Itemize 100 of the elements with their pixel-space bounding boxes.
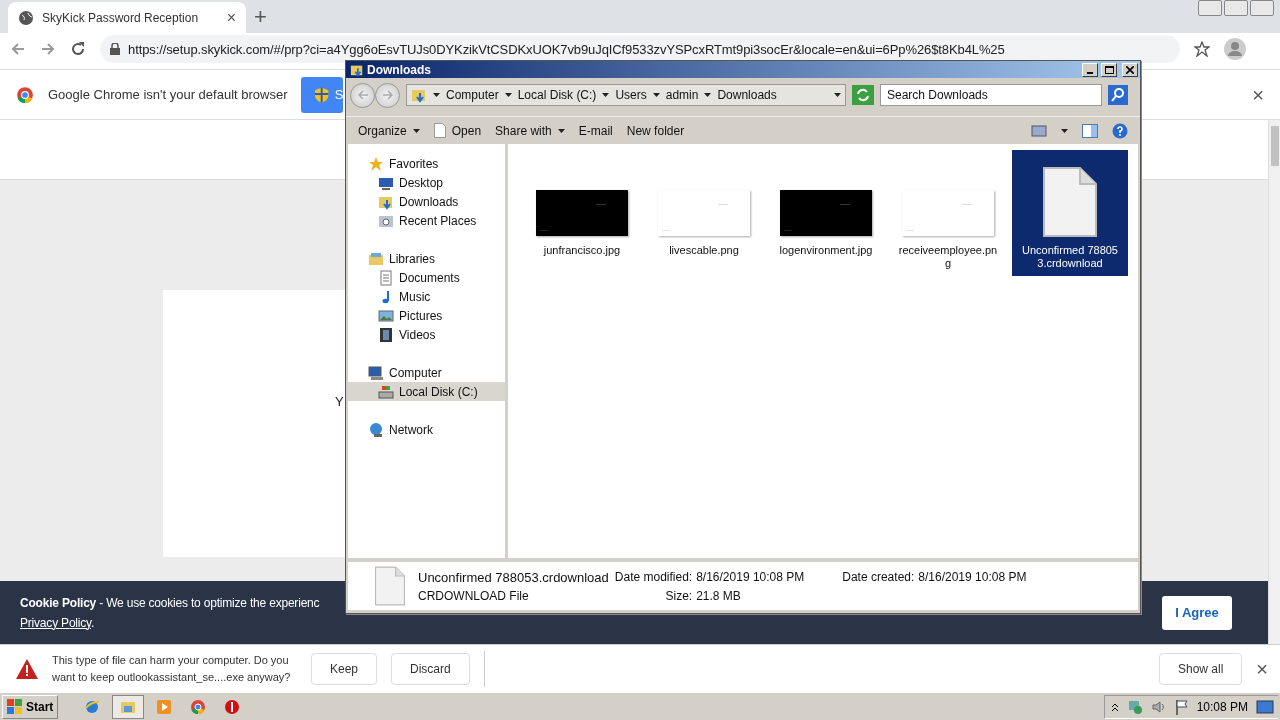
chevron-up-icon[interactable]: [1110, 701, 1119, 712]
search-icon[interactable]: [1108, 85, 1128, 105]
breadcrumb-item[interactable]: Downloads: [717, 88, 777, 102]
caret-icon: [433, 93, 440, 97]
back-button[interactable]: [350, 82, 375, 108]
detail-label: Date modified:: [614, 570, 693, 584]
clock: 10:08 PM: [1196, 699, 1248, 714]
cookie-text: Cookie Policy - We use cookies to optimize the experienc Privacy Policy.: [20, 594, 320, 632]
file-item[interactable]: logenvironment.jpg: [768, 150, 884, 276]
infobar-message: Google Chrome isn't your default browser: [48, 87, 288, 102]
toolbar-button[interactable]: Organize: [358, 123, 420, 138]
breadcrumb-item[interactable]: Local Disk (C:): [517, 88, 597, 102]
refresh-icon[interactable]: [852, 85, 874, 105]
taskbar-button[interactable]: [112, 694, 145, 719]
windows-logo-icon: [7, 698, 23, 715]
close-icon: [1126, 65, 1134, 74]
nav-item[interactable]: Recent Places: [348, 211, 505, 230]
toolbar-button[interactable]: New folder: [626, 123, 685, 138]
breadcrumb-item[interactable]: Users: [615, 88, 647, 102]
network-icon: [368, 421, 384, 438]
search-field[interactable]: Search Downloads: [880, 84, 1102, 106]
address-bar[interactable]: https://setup.skykick.com/#/prp?ci=a4Ygg6oEsvTUJs0DYKzikVtCSDKxUOK7vb9uJqICf9533zvYSPcxRTmt9pi3socEr&locale=en&ui=6Pp%26$t8Kb4L%25: [100, 35, 1180, 63]
globe-icon: [84, 698, 101, 715]
nav-group[interactable]: Favorites: [348, 154, 505, 173]
download-action-button[interactable]: Keep: [311, 652, 378, 685]
close-tab-button[interactable]: ×: [226, 9, 236, 26]
download-action-button[interactable]: Discard: [391, 652, 470, 685]
nav-group[interactable]: Network: [348, 420, 505, 439]
globe-icon: [18, 9, 34, 26]
detail-value: 8/16/2019 10:08 PM: [696, 570, 805, 584]
chrome-icon: [16, 85, 34, 104]
start-button[interactable]: Start: [2, 694, 59, 719]
document-icon: [374, 566, 406, 606]
folder-icon: [368, 250, 384, 267]
nav-item[interactable]: Documents: [348, 268, 505, 287]
film-icon: [378, 326, 394, 343]
shield-icon: [315, 86, 329, 103]
window-title: Downloads: [367, 62, 432, 77]
breadcrumb-item[interactable]: admin: [665, 88, 699, 102]
file-type: CRDOWNLOAD File: [418, 588, 530, 603]
nav-item[interactable]: Videos: [348, 325, 505, 344]
file-name: Unconfirmed 788053.crdownload: [418, 569, 609, 585]
set-default-button[interactable]: S: [301, 76, 344, 113]
play-icon: [156, 698, 173, 715]
folder-icon: [411, 87, 427, 103]
nav-item[interactable]: Desktop: [348, 173, 505, 192]
caret-icon: [557, 128, 565, 133]
view-icon[interactable]: [1031, 124, 1047, 137]
detail-label: Date created:: [842, 570, 915, 584]
reload-icon[interactable]: [70, 41, 86, 57]
flag-icon[interactable]: [1174, 698, 1189, 715]
file-item[interactable]: livescable.png: [646, 150, 762, 276]
maximize-icon: [1104, 65, 1114, 74]
nav-item[interactable]: Local Disk (C:): [348, 382, 505, 401]
caret-icon: [652, 93, 660, 97]
browser-tab[interactable]: SkyKick Password Reception ×: [8, 2, 246, 33]
new-tab-button[interactable]: +: [254, 5, 267, 28]
speaker-icon[interactable]: [1150, 698, 1167, 715]
download-warning: This type of file can harm your computer. Do you want to keep outlookassistant_se....exe anyway?: [52, 652, 292, 685]
file-item[interactable]: junfrancisco.jpg: [524, 150, 640, 276]
card-text: Y: [335, 394, 344, 409]
detail-label: Size:: [664, 588, 693, 603]
document-icon: [378, 269, 394, 286]
caret-icon: [704, 93, 712, 97]
file-item[interactable]: Unconfirmed 788053.crdownload: [1012, 150, 1128, 276]
close-download-bar-button[interactable]: ×: [1256, 658, 1268, 679]
preview-pane-icon[interactable]: [1082, 123, 1098, 138]
caret-icon: [602, 93, 610, 97]
toolbar-button[interactable]: E-mail: [578, 123, 613, 138]
address-field[interactable]: Computer Local Disk (C:) Users admin Downloads: [406, 84, 846, 106]
stop-icon: [224, 698, 241, 715]
picture-icon: [378, 307, 394, 324]
nav-item[interactable]: Downloads: [348, 192, 505, 211]
forward-button[interactable]: [375, 82, 400, 108]
network-icon[interactable]: [1126, 698, 1143, 715]
show-all-button[interactable]: Show all: [1158, 652, 1243, 685]
dropdown-icon: [834, 93, 841, 97]
breadcrumb-item[interactable]: Computer: [446, 88, 499, 102]
file-item[interactable]: receiveemployee.png: [890, 150, 1006, 276]
star-icon[interactable]: [1194, 41, 1210, 57]
nav-group[interactable]: Libraries: [348, 249, 505, 268]
help-icon[interactable]: [1112, 122, 1128, 139]
star-icon: [368, 155, 384, 172]
warning-icon: [16, 658, 38, 679]
detail-value: 8/16/2019 10:08 PM: [918, 570, 1027, 584]
forward-icon[interactable]: [40, 41, 56, 57]
document-icon: [1042, 166, 1098, 238]
document-icon: [433, 123, 446, 138]
toolbar-button[interactable]: Open: [433, 123, 482, 138]
desktop-icon[interactable]: [1256, 698, 1274, 715]
nav-item[interactable]: Pictures: [348, 306, 505, 325]
toolbar-button[interactable]: Share with: [495, 123, 565, 138]
avatar-icon[interactable]: [1224, 38, 1246, 60]
nav-item[interactable]: Music: [348, 287, 505, 306]
close-infobar-button[interactable]: ×: [1252, 84, 1264, 105]
back-icon[interactable]: [10, 41, 26, 57]
agree-button[interactable]: I Agree: [1162, 595, 1232, 630]
privacy-policy-link[interactable]: Privacy Policy: [20, 615, 91, 630]
drive-icon: [378, 383, 394, 400]
nav-group[interactable]: Computer: [348, 363, 505, 382]
